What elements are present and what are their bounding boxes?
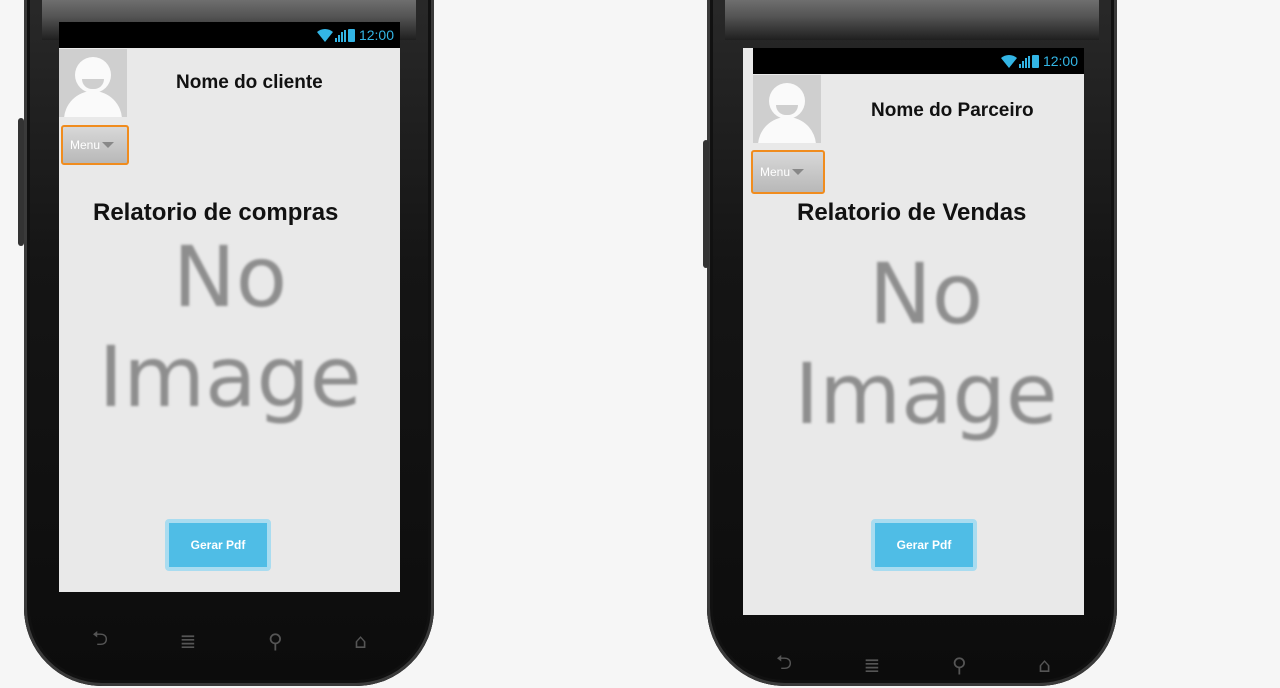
menu-dropdown-button[interactable]: Menu (61, 125, 129, 165)
chevron-down-icon (792, 169, 805, 175)
no-image-text-line2: Image (98, 328, 362, 426)
no-image-text-line1: No (868, 245, 984, 343)
right-status-bar: 12:00 (753, 48, 1084, 74)
chevron-down-icon (102, 142, 115, 148)
signal-icon (334, 30, 346, 42)
wifi-icon (316, 28, 333, 42)
right-status-icons (1000, 54, 1039, 68)
left-status-icons (316, 28, 355, 42)
left-phone-side-button (18, 118, 24, 246)
avatar (753, 75, 821, 143)
no-image-text-line1: No (172, 228, 288, 326)
client-name: Nome do cliente (176, 72, 323, 93)
menu-label: Menu (760, 165, 791, 179)
back-icon[interactable]: ⮌ (776, 648, 792, 682)
report-title: Relatorio de Vendas (797, 199, 1027, 226)
avatar (59, 49, 127, 117)
search-icon[interactable]: ⚲ (268, 629, 283, 653)
battery-icon (1031, 55, 1039, 68)
right-screen: 12:00 Nome do Parceiro Menu Relatorio de… (743, 48, 1084, 615)
back-icon[interactable]: ⮌ (92, 624, 108, 658)
home-icon[interactable]: ⌂ (1038, 653, 1051, 677)
generate-pdf-label: Gerar Pdf (896, 538, 952, 552)
generate-pdf-button[interactable]: Gerar Pdf (871, 519, 977, 571)
status-time: 12:00 (1042, 53, 1078, 69)
right-phone-side-button (703, 140, 709, 268)
partner-name: Nome do Parceiro (871, 100, 1034, 121)
menu-lines-icon[interactable]: ≣ (864, 653, 881, 677)
wifi-icon (1000, 54, 1017, 68)
menu-label: Menu (70, 138, 101, 152)
left-screen: 12:00 Nome do cliente Menu Relatorio de … (59, 22, 400, 592)
menu-dropdown-button[interactable]: Menu (751, 150, 825, 194)
no-image-placeholder: No Image (75, 235, 385, 419)
search-icon[interactable]: ⚲ (952, 653, 967, 677)
no-image-text-line2: Image (794, 345, 1058, 443)
battery-icon (347, 29, 355, 42)
left-status-bar: 12:00 (59, 22, 400, 48)
generate-pdf-label: Gerar Pdf (190, 538, 246, 552)
home-icon[interactable]: ⌂ (354, 629, 367, 653)
status-time: 12:00 (358, 27, 394, 43)
phone-bezel-shine (725, 0, 1099, 40)
menu-lines-icon[interactable]: ≣ (180, 629, 197, 653)
generate-pdf-button[interactable]: Gerar Pdf (165, 519, 271, 571)
left-nav-bar: ⮌ ≣ ⚲ ⌂ (92, 624, 367, 658)
report-title: Relatorio de compras (93, 199, 339, 226)
no-image-placeholder: No Image (766, 252, 1084, 436)
right-nav-bar: ⮌ ≣ ⚲ ⌂ (776, 648, 1051, 682)
signal-icon (1018, 56, 1030, 68)
